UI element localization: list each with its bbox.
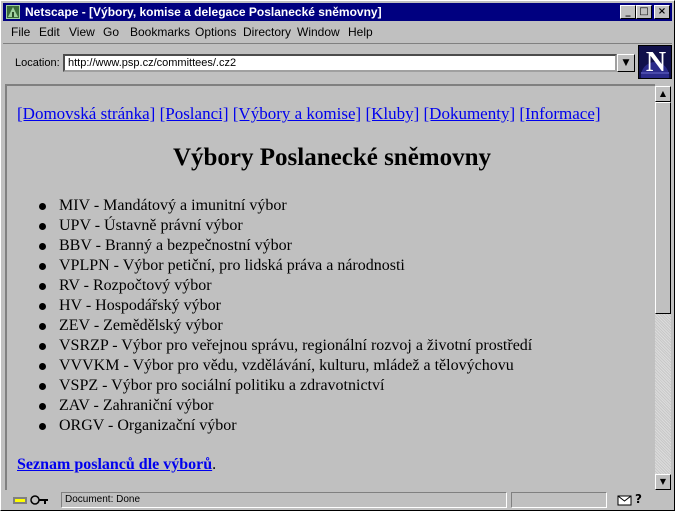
committee-name: ZEV - Zemědělský výbor bbox=[59, 317, 223, 334]
nav-link-home[interactable]: [Domovská stránka] bbox=[17, 104, 155, 123]
menu-window[interactable]: Window bbox=[297, 25, 340, 39]
list-item: ZEV - Zemědělský výbor bbox=[37, 316, 532, 336]
bullet bbox=[39, 423, 46, 430]
scroll-thumb[interactable] bbox=[655, 102, 671, 314]
menu-view[interactable]: View bbox=[69, 25, 95, 39]
menu-directory[interactable]: Directory bbox=[243, 25, 291, 39]
list-item: VSPZ - Výbor pro sociální politiku a zdr… bbox=[37, 376, 532, 396]
close-button[interactable]: × bbox=[654, 5, 670, 19]
bullet bbox=[39, 283, 46, 290]
menu-help[interactable]: Help bbox=[348, 25, 373, 39]
scroll-down-button[interactable]: ▼ bbox=[655, 474, 671, 490]
list-item: BBV - Branný a bezpečnostní výbor bbox=[37, 236, 532, 256]
bullet bbox=[39, 363, 46, 370]
committee-name: BBV - Branný a bezpečnostní výbor bbox=[59, 237, 292, 254]
netscape-logo-icon[interactable]: N bbox=[638, 45, 672, 79]
committee-name: VPLPN - Výbor petiční, pro lidská práva … bbox=[59, 257, 405, 274]
list-item: VSRZP - Výbor pro veřejnou správu, regio… bbox=[37, 336, 532, 356]
list-item: VPLPN - Výbor petiční, pro lidská práva … bbox=[37, 256, 532, 276]
page-viewport[interactable]: [Domovská stránka] [Poslanci] [Výbory a … bbox=[5, 84, 655, 490]
title-bar[interactable]: Netscape - [Výbory, komise a delegace Po… bbox=[3, 3, 672, 21]
progress-area bbox=[511, 492, 607, 508]
bullet bbox=[39, 403, 46, 410]
bullet bbox=[39, 263, 46, 270]
scroll-up-button[interactable]: ▲ bbox=[655, 86, 671, 102]
list-item: VVVKM - Výbor pro vědu, vzdělávání, kult… bbox=[37, 356, 532, 376]
bullet bbox=[39, 203, 46, 210]
list-item: ORGV - Organizační výbor bbox=[37, 416, 532, 436]
bullet bbox=[39, 243, 46, 250]
footer: Seznam poslanců dle výborů. bbox=[17, 456, 216, 474]
menu-go[interactable]: Go bbox=[103, 25, 119, 39]
location-input[interactable]: http://www.psp.cz/committees/.cz2 bbox=[63, 54, 617, 72]
list-item: ZAV - Zahraniční výbor bbox=[37, 396, 532, 416]
nav-link-deputies[interactable]: [Poslanci] bbox=[160, 104, 229, 123]
window-title: Netscape - [Výbory, komise a delegace Po… bbox=[25, 5, 382, 19]
location-toolbar: Location: http://www.psp.cz/committees/.… bbox=[3, 43, 672, 82]
committee-name: RV - Rozpočtový výbor bbox=[59, 277, 212, 294]
page-heading: Výbory Poslanecké sněmovny bbox=[172, 144, 492, 171]
list-item: UPV - Ústavně právní výbor bbox=[37, 216, 532, 236]
bullet bbox=[39, 383, 46, 390]
committee-name: HV - Hospodářský výbor bbox=[59, 297, 221, 314]
help-icon[interactable]: ? bbox=[635, 492, 642, 506]
list-item: HV - Hospodářský výbor bbox=[37, 296, 532, 316]
mail-icon[interactable] bbox=[617, 493, 633, 506]
maximize-button[interactable]: □ bbox=[636, 5, 652, 19]
nav-link-information[interactable]: [Informace] bbox=[519, 104, 600, 123]
menu-bar: File Edit View Go Bookmarks Options Dire… bbox=[3, 23, 672, 42]
location-dropdown-button[interactable]: ▼ bbox=[617, 54, 635, 72]
nav-link-committees[interactable]: [Výbory a komise] bbox=[233, 104, 361, 123]
committee-name: ZAV - Zahraniční výbor bbox=[59, 397, 214, 414]
committee-name: VVVKM - Výbor pro vědu, vzdělávání, kult… bbox=[59, 357, 514, 374]
browser-window: Netscape - [Výbory, komise a delegace Po… bbox=[0, 0, 675, 511]
footer-punctuation: . bbox=[212, 456, 217, 473]
nav-link-documents[interactable]: [Dokumenty] bbox=[424, 104, 516, 123]
committee-name: VSRZP - Výbor pro veřejnou správu, regio… bbox=[59, 337, 533, 354]
site-navigation: [Domovská stránka] [Poslanci] [Výbory a … bbox=[17, 104, 601, 124]
location-label: Location: bbox=[15, 57, 60, 69]
committee-name: VSPZ - Výbor pro sociální politiku a zdr… bbox=[59, 377, 385, 394]
menu-options[interactable]: Options bbox=[195, 25, 236, 39]
status-bar: Document: Done ? bbox=[3, 491, 672, 509]
status-text: Document: Done bbox=[61, 492, 507, 508]
bullet bbox=[39, 223, 46, 230]
bullet bbox=[39, 323, 46, 330]
committee-name: ORGV - Organizační výbor bbox=[59, 417, 237, 434]
list-item: MIV - Mandátový a imunitní výbor bbox=[37, 196, 532, 216]
deputies-by-committee-link[interactable]: Seznam poslanců dle výborů bbox=[17, 456, 212, 473]
committee-list: MIV - Mandátový a imunitní výbor UPV - Ú… bbox=[37, 196, 532, 436]
vertical-scrollbar[interactable]: ▲ ▼ bbox=[655, 86, 671, 490]
netscape-logo-letter: N bbox=[645, 47, 667, 78]
menu-file[interactable]: File bbox=[11, 25, 30, 39]
minimize-button[interactable]: _ bbox=[620, 5, 636, 19]
committee-name: MIV - Mandátový a imunitní výbor bbox=[59, 197, 287, 214]
security-key-icon[interactable] bbox=[13, 493, 49, 505]
menu-bookmarks[interactable]: Bookmarks bbox=[130, 25, 190, 39]
list-item: RV - Rozpočtový výbor bbox=[37, 276, 532, 296]
netscape-app-icon[interactable] bbox=[6, 5, 20, 19]
menu-edit[interactable]: Edit bbox=[39, 25, 60, 39]
nav-link-clubs[interactable]: [Kluby] bbox=[365, 104, 419, 123]
committee-name: UPV - Ústavně právní výbor bbox=[59, 217, 243, 234]
bullet bbox=[39, 303, 46, 310]
bullet bbox=[39, 343, 46, 350]
